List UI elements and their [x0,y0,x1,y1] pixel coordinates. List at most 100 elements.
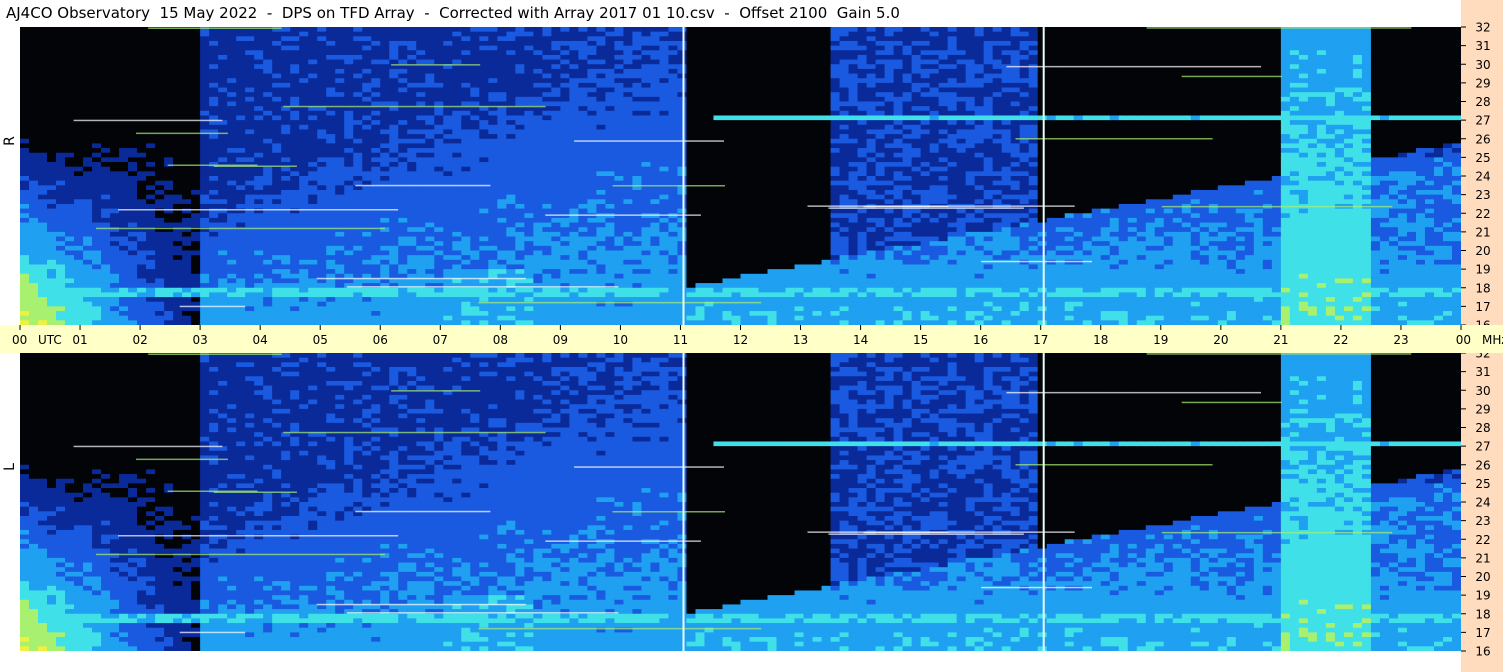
spectrogram-cell [92,264,102,270]
spectrogram-cell [533,297,543,303]
spectrogram-cell [308,250,318,256]
spectrogram-cell [308,231,318,238]
spectrogram-cell [290,92,300,98]
spectrogram-cell [596,311,607,317]
spectrogram-cell [605,129,616,135]
spectrogram-cell [533,213,543,219]
spectrogram-cell [200,311,210,317]
spectrogram-cell [461,87,471,93]
spectrogram-cell [218,231,228,238]
spectrogram-cell [443,297,453,303]
spectrogram-cell [254,101,264,107]
spectrogram-cell [182,250,192,256]
spectrogram-cell [29,278,39,284]
spectrogram-cell [182,180,192,186]
spectrogram-cell [389,162,399,168]
spectrogram-cell [20,50,30,56]
spectrogram-cell [398,82,408,89]
spectrogram-cell [344,297,354,303]
spectrogram-cell [47,36,57,42]
spectrogram-cell [290,194,300,200]
spectrogram-cell [74,64,84,70]
spectrogram-cell [551,208,561,214]
spectrogram-cell [137,269,147,275]
spectrogram-cell [263,40,273,47]
spectrogram-cell [146,250,156,256]
spectrogram-cell [560,306,570,312]
spectrogram-cell [101,203,111,210]
spectrogram-cell [65,189,75,196]
spectrogram-cell [569,264,579,270]
spectrogram-cell [299,138,309,145]
spectrogram-cell [290,64,300,70]
spectrogram-cell [443,59,453,65]
spectrogram-cell [497,82,507,89]
spectrogram-cell [47,297,57,303]
spectrogram-cell [614,59,625,65]
spectrogram-cell [398,92,408,98]
spectrogram-cell [254,59,264,65]
spectrogram-cell [704,278,715,284]
spectrogram-cell [524,199,534,205]
spectrogram-cell [533,231,543,238]
spectrogram-cell [578,231,588,238]
spectrogram-cell [353,152,363,158]
spectrogram-cell [200,203,210,210]
spectrogram-cell [614,236,625,242]
spectrogram-cell [218,199,228,205]
spectrogram-cell [344,189,354,196]
spectrogram-cell [236,203,246,210]
spectrogram-cell [146,82,156,89]
spectrogram-cell [632,143,643,149]
spectrogram-cell [596,101,607,107]
spectrogram-cell [461,236,471,242]
spectrogram-cell [452,59,462,65]
spectrogram-cell [20,157,30,163]
spectrogram-cell [65,250,75,256]
spectrogram-cell [209,264,219,270]
spectrogram-cell [20,59,30,65]
spectrogram-cell [281,213,291,219]
spectrogram-cell [551,92,561,98]
spectrogram-cell [605,40,616,47]
spectrogram-cell [65,264,75,270]
spectrogram-cell [254,185,264,191]
spectrogram-cell [83,106,93,112]
spectrogram-cell [290,311,300,317]
spectrogram-cell [326,287,336,294]
spectrogram-cell [704,199,715,205]
spectrogram-cell [542,241,552,247]
spectrogram-cell [317,92,327,98]
spectrogram-cell [191,78,201,84]
spectrogram-cell [236,241,246,247]
spectrogram-cell [290,143,300,149]
spectrogram-cell [596,87,607,93]
spectrogram-cell [344,78,354,84]
spectrogram-cell [137,213,147,219]
spectrogram-cell [209,171,219,177]
spectrogram-cell [605,311,616,317]
spectrogram-cell [290,180,300,186]
spectrogram-cell [641,106,652,112]
spectrogram-cell [20,180,30,186]
spectrogram-cell [128,31,138,37]
spectrogram-cell [686,148,697,154]
spectrogram-cell [254,92,264,98]
spectrogram-cell [173,259,183,266]
spectrogram-cell [515,241,525,247]
spectrogram-cell [110,315,120,321]
spectrogram-cell [434,203,444,210]
spectrogram-cell [326,148,336,154]
spectrogram-cell [164,245,174,252]
spectrogram-cell [20,194,30,200]
spectrogram-cell [29,259,39,266]
spectrogram-cell [317,217,327,224]
spectrogram-cell [407,40,417,47]
spectrogram-cell [668,203,679,210]
rcp-spectrogram [20,27,1461,325]
spectrogram-cell [623,106,634,112]
spectrogram-cell [128,171,138,177]
spectrogram-cell [191,269,201,275]
spectrogram-cell [668,45,679,51]
spectrogram-cell [641,199,652,205]
